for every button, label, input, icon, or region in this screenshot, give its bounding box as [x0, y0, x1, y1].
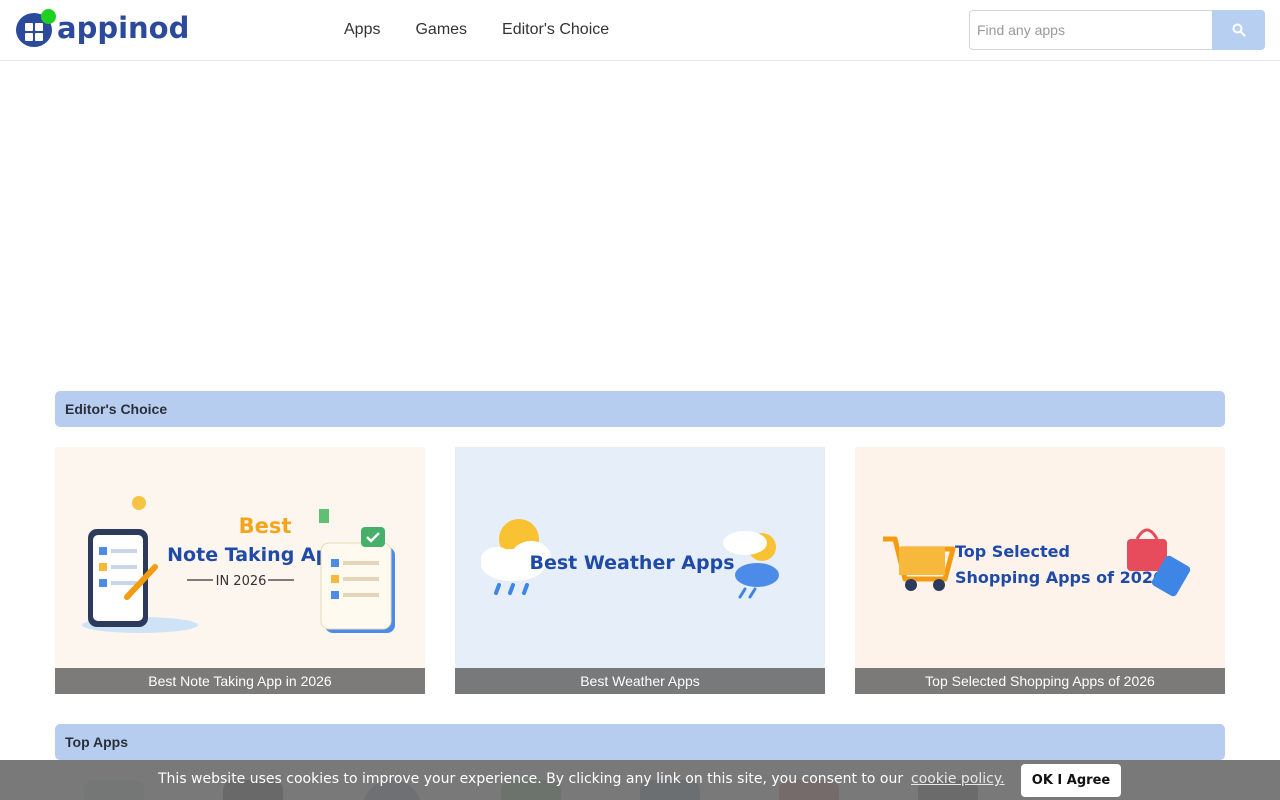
search-input[interactable]	[969, 10, 1213, 50]
card-weather[interactable]: Best Weather Apps Best Weather Apps	[455, 447, 825, 694]
editors-choice-heading: Editor's Choice	[55, 391, 1225, 427]
site-header: appinod Apps Games Editor's Choice	[0, 0, 1280, 61]
nav-games[interactable]: Games	[415, 21, 467, 39]
card-caption: Top Selected Shopping Apps of 2026	[855, 668, 1225, 694]
banner-line1: Top Selected	[955, 542, 1070, 561]
cookie-policy-link[interactable]: cookie policy.	[911, 771, 1005, 787]
cookie-message: This website uses cookies to improve you…	[158, 771, 904, 787]
logo-icon	[16, 9, 56, 47]
search-button[interactable]	[1212, 10, 1265, 50]
site-logo[interactable]: appinod	[16, 8, 189, 48]
cookie-accept-button[interactable]: OK I Agree	[1021, 764, 1121, 797]
logo-text: appinod	[57, 11, 190, 45]
nav-apps[interactable]: Apps	[344, 21, 380, 39]
card-caption: Best Note Taking App in 2026	[55, 668, 425, 694]
card-shopping[interactable]: Top Selected Shopping Apps of 2026 Top S…	[855, 447, 1225, 694]
search-form	[969, 10, 1265, 50]
weather-banner: Best Weather Apps	[455, 447, 825, 694]
card-caption: Best Weather Apps	[455, 668, 825, 694]
banner-title: Best Weather Apps	[529, 552, 734, 574]
banner-title: Note Taking App	[167, 544, 343, 566]
nav-editors-choice[interactable]: Editor's Choice	[502, 21, 609, 39]
top-apps-heading: Top Apps	[55, 724, 1225, 760]
search-icon	[1232, 23, 1246, 37]
note-taking-banner: Best Note Taking App IN 2026	[55, 447, 425, 694]
main-nav: Apps Games Editor's Choice	[344, 0, 644, 60]
banner-year: IN 2026	[216, 574, 267, 589]
banner-best: Best	[239, 514, 292, 538]
card-note-taking[interactable]: Best Note Taking App IN 2026 Best Note T…	[55, 447, 425, 694]
shopping-banner: Top Selected Shopping Apps of 2026	[855, 447, 1225, 694]
